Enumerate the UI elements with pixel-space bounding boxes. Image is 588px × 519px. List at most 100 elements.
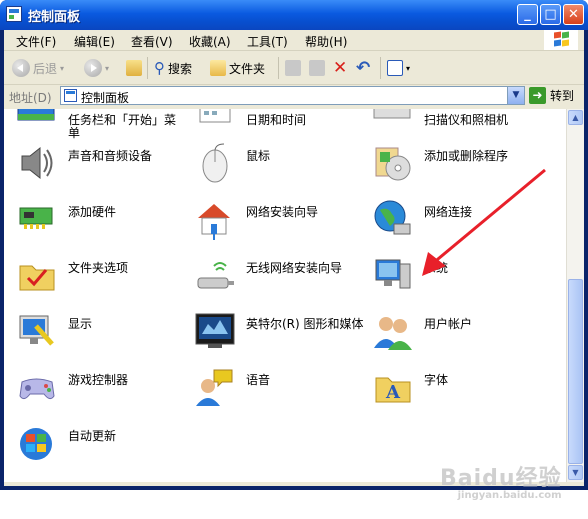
control-panel-item-label: 游戏控制器 bbox=[68, 373, 129, 387]
watermark-sub: jingyan.baidu.com bbox=[457, 490, 562, 501]
maximize-button[interactable]: □ bbox=[540, 4, 561, 25]
taskbar-icon bbox=[17, 109, 55, 121]
toolbar: 后退 ▾ ▾ ⚲ 搜索 文件夹 ✕ ↶ ▾ bbox=[4, 52, 584, 85]
control-panel-item[interactable]: A 字体 bbox=[366, 364, 544, 416]
network-house-icon bbox=[198, 204, 230, 240]
views-dropdown-icon: ▾ bbox=[406, 63, 411, 73]
control-panel-item-label: 扫描仪和照相机 bbox=[424, 113, 509, 127]
windows-update-icon bbox=[20, 428, 52, 460]
control-panel-item-label: 日期和时间 bbox=[246, 113, 307, 127]
folders-label: 文件夹 bbox=[229, 61, 266, 76]
address-bar: 地址(D) 控制面板 ▼ ➜ 转到 bbox=[4, 84, 584, 108]
move-to-icon bbox=[285, 60, 301, 76]
control-panel-item[interactable]: 游戏控制器 bbox=[10, 364, 188, 416]
menu-favorites[interactable]: 收藏(A) bbox=[189, 33, 231, 50]
control-panel-item-label: 无线网络安装向导 bbox=[246, 261, 343, 275]
views-button[interactable]: ▾ bbox=[387, 56, 410, 80]
undo-button[interactable]: ↶ bbox=[356, 56, 370, 80]
control-panel-item-label: 语音 bbox=[246, 373, 271, 387]
address-label: 地址(D) bbox=[9, 91, 52, 105]
views-icon bbox=[387, 60, 403, 76]
control-panel-item[interactable]: 声音和音频设备 bbox=[10, 140, 188, 192]
add-remove-programs-icon bbox=[375, 147, 411, 181]
search-icon: ⚲ bbox=[154, 59, 165, 77]
scroll-up-button[interactable]: ▲ bbox=[568, 110, 583, 125]
forward-arrow-icon bbox=[84, 59, 102, 77]
search-label: 搜索 bbox=[168, 61, 193, 76]
control-panel-item-label: 网络连接 bbox=[424, 205, 473, 219]
address-field[interactable]: 控制面板 ▼ bbox=[60, 86, 525, 105]
move-to-button[interactable] bbox=[285, 56, 301, 80]
up-folder-icon bbox=[126, 60, 142, 76]
control-panel-item-label: 任务栏和「开始」菜单 bbox=[68, 113, 177, 140]
menu-view[interactable]: 查看(V) bbox=[131, 33, 173, 50]
gamepad-icon bbox=[19, 378, 55, 400]
toolbar-separator bbox=[278, 57, 279, 79]
control-panel-item[interactable]: 鼠标 bbox=[188, 140, 366, 192]
control-panel-item[interactable]: 任务栏和「开始」菜单 bbox=[10, 109, 188, 140]
calendar-icon bbox=[199, 109, 231, 123]
control-panel-item[interactable]: 语音 bbox=[188, 364, 366, 416]
control-panel-item[interactable]: 英特尔(R) 图形和媒体 bbox=[188, 308, 366, 360]
menu-file[interactable]: 文件(F) bbox=[16, 33, 56, 50]
control-panel-item[interactable]: 网络连接 bbox=[366, 196, 544, 248]
search-button[interactable]: ⚲ 搜索 bbox=[154, 56, 192, 80]
copy-to-icon bbox=[309, 60, 325, 76]
delete-button[interactable]: ✕ bbox=[333, 56, 347, 80]
control-panel-item[interactable]: 日期和时间 bbox=[188, 109, 366, 136]
vertical-scrollbar[interactable]: ▲ ▼ bbox=[566, 109, 584, 482]
wireless-icon bbox=[197, 262, 234, 289]
toolbar-separator bbox=[380, 57, 381, 79]
control-panel-item[interactable]: 用户帐户 bbox=[366, 308, 544, 360]
control-panel-item[interactable]: 系统 bbox=[366, 252, 544, 304]
control-panel-small-icon bbox=[64, 89, 77, 102]
forward-dropdown-icon: ▾ bbox=[105, 63, 110, 73]
forward-button[interactable]: ▾ bbox=[84, 56, 109, 80]
control-panel-item[interactable]: 网络安装向导 bbox=[188, 196, 366, 248]
mouse-icon bbox=[202, 143, 228, 183]
control-panel-item[interactable]: 显示 bbox=[10, 308, 188, 360]
control-panel-item[interactable]: 扫描仪和照相机 bbox=[366, 109, 544, 136]
control-panel-item-label: 添加硬件 bbox=[68, 205, 117, 219]
control-panel-item-label: 自动更新 bbox=[68, 429, 117, 443]
watermark-text: Baidu经验 bbox=[440, 466, 562, 491]
menu-help[interactable]: 帮助(H) bbox=[305, 33, 347, 50]
close-button[interactable]: ✕ bbox=[563, 4, 584, 25]
go-arrow-icon: ➜ bbox=[529, 87, 546, 104]
scroll-down-button[interactable]: ▼ bbox=[568, 465, 583, 480]
speech-icon bbox=[196, 369, 233, 406]
control-panel-item-label: 显示 bbox=[68, 317, 93, 331]
delete-icon: ✕ bbox=[333, 58, 348, 78]
back-dropdown-icon: ▾ bbox=[60, 63, 65, 73]
fonts-folder-icon: A bbox=[375, 377, 411, 403]
control-panel-item[interactable]: 文件夹选项 bbox=[10, 252, 188, 304]
minimize-button[interactable]: _ bbox=[517, 4, 538, 25]
display-icon bbox=[19, 315, 54, 346]
control-panel-item-label: 系统 bbox=[424, 261, 449, 275]
folders-icon bbox=[210, 60, 226, 76]
menu-tools[interactable]: 工具(T) bbox=[247, 33, 288, 50]
icon-list-view: 任务栏和「开始」菜单 日期和时间 扫描仪和照相机声音和音频设备 鼠标 添加或删除程序添加… bbox=[4, 109, 566, 482]
control-panel-item[interactable]: 无线网络安装向导 bbox=[188, 252, 366, 304]
control-panel-item-label: 用户帐户 bbox=[424, 317, 473, 331]
menu-bar: 文件(F) 编辑(E) 查看(V) 收藏(A) 工具(T) 帮助(H) bbox=[4, 30, 584, 51]
folders-button[interactable]: 文件夹 bbox=[210, 56, 265, 80]
go-button[interactable]: ➜ 转到 bbox=[529, 87, 574, 104]
control-panel-window: 控制面板 _ □ ✕ 文件(F) 编辑(E) 查看(V) 收藏(A) 工具(T)… bbox=[0, 0, 588, 490]
control-panel-item-label: 网络安装向导 bbox=[246, 205, 319, 219]
back-button[interactable]: 后退 ▾ bbox=[12, 56, 64, 80]
address-dropdown-icon[interactable]: ▼ bbox=[507, 87, 524, 104]
network-globe-icon bbox=[374, 200, 411, 235]
scanner-icon bbox=[373, 109, 411, 119]
control-panel-item-label: 英特尔(R) 图形和媒体 bbox=[246, 317, 364, 331]
scroll-thumb[interactable] bbox=[568, 279, 583, 464]
control-panel-item[interactable]: 添加硬件 bbox=[10, 196, 188, 248]
title-bar[interactable]: 控制面板 _ □ ✕ bbox=[0, 0, 588, 30]
copy-to-button[interactable] bbox=[309, 56, 325, 80]
menu-edit[interactable]: 编辑(E) bbox=[74, 33, 115, 50]
up-folder-button[interactable] bbox=[126, 56, 142, 80]
control-panel-item[interactable]: 添加或删除程序 bbox=[366, 140, 544, 192]
control-panel-item[interactable]: 自动更新 bbox=[10, 420, 188, 472]
control-panel-icon bbox=[6, 6, 22, 22]
hardware-icon bbox=[19, 207, 53, 229]
